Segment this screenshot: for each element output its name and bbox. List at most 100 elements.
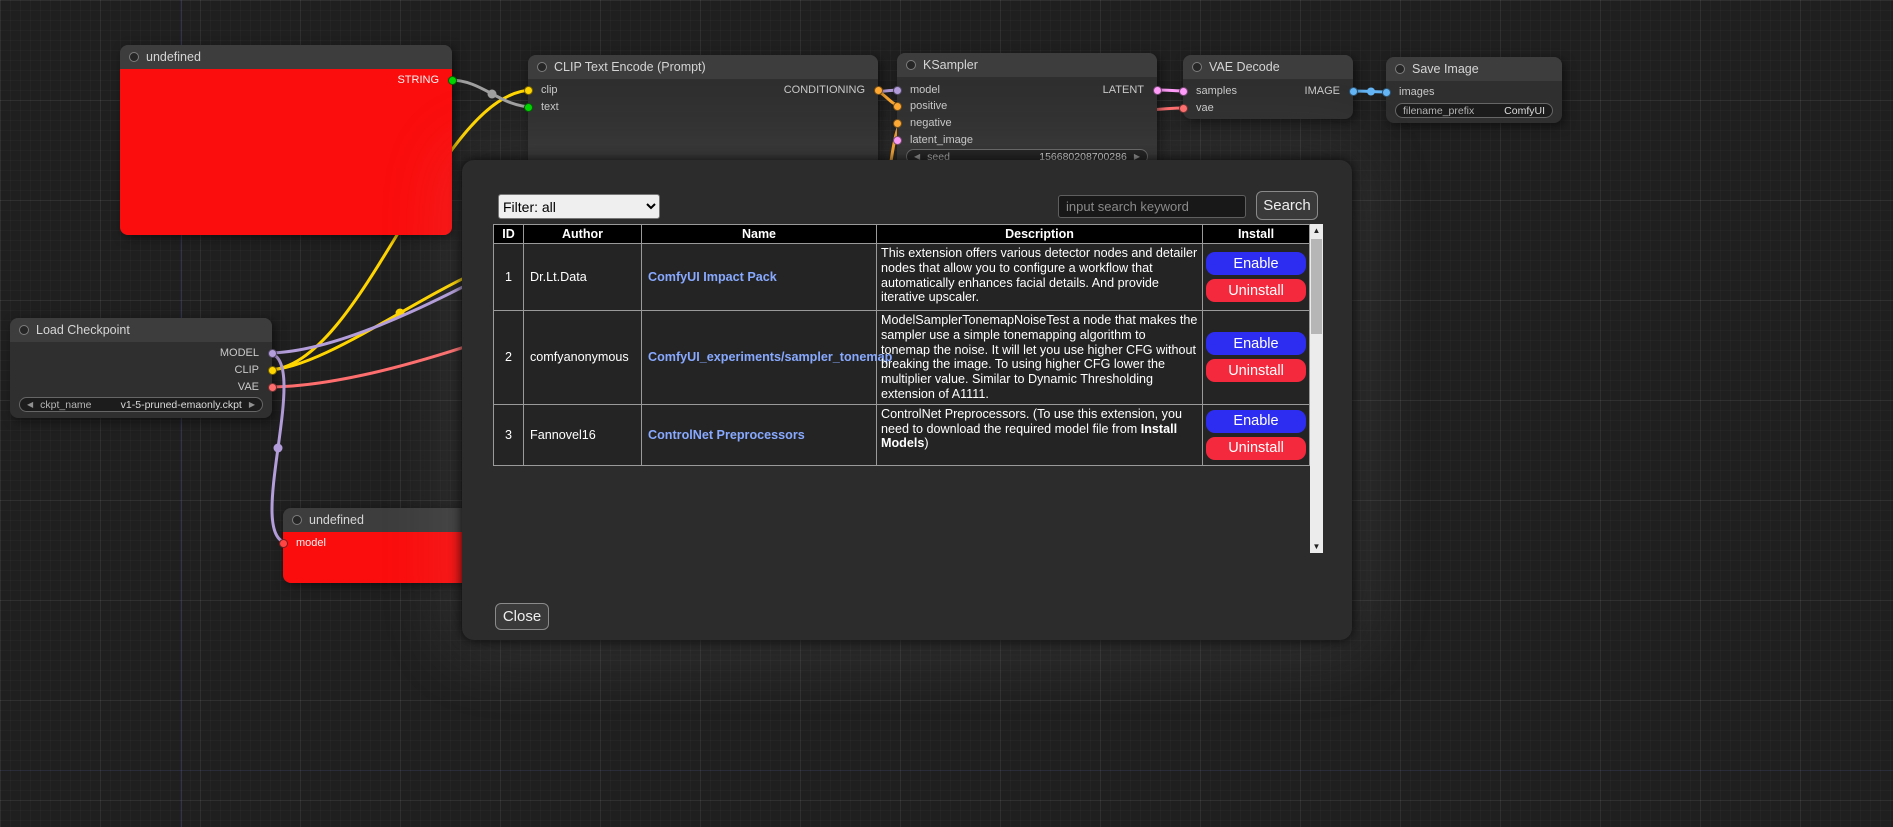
collapse-dot-icon[interactable] xyxy=(292,515,302,525)
collapse-dot-icon[interactable] xyxy=(537,62,547,72)
input-slot-latent-image: latent_image xyxy=(897,133,973,147)
extension-author: Fannovel16 xyxy=(524,404,642,465)
filter-select[interactable]: Filter: all xyxy=(498,194,660,219)
input-dot-positive[interactable] xyxy=(893,102,902,111)
search-input[interactable] xyxy=(1058,195,1246,218)
output-slot-image: IMAGE xyxy=(1305,84,1353,98)
input-dot-samples[interactable] xyxy=(1179,87,1188,96)
extension-row: 1Dr.Lt.DataComfyUI Impact PackThis exten… xyxy=(494,244,1310,311)
scrollbar-thumb[interactable] xyxy=(1311,239,1322,334)
node-body: images filename_prefix ComfyUI xyxy=(1386,81,1562,123)
output-dot-conditioning[interactable] xyxy=(874,86,883,95)
input-dot-negative[interactable] xyxy=(893,119,902,128)
widget-value: v1-5-pruned-emaonly.ckpt xyxy=(99,399,242,411)
filename-prefix-widget[interactable]: filename_prefix ComfyUI xyxy=(1395,103,1553,118)
extension-link[interactable]: ControlNet Preprocessors xyxy=(648,428,805,442)
output-dot-image[interactable] xyxy=(1349,87,1358,96)
input-slot-vae: vae xyxy=(1183,101,1214,115)
extension-author: comfyanonymous xyxy=(524,311,642,405)
extension-name-cell: ComfyUI Impact Pack xyxy=(642,244,877,311)
extension-link[interactable]: ComfyUI Impact Pack xyxy=(648,270,777,284)
node-title-bar[interactable]: undefined xyxy=(120,45,452,69)
input-dot-clip[interactable] xyxy=(524,86,533,95)
uninstall-button[interactable]: Uninstall xyxy=(1206,279,1306,302)
node-load-checkpoint[interactable]: Load Checkpoint MODEL CLIP VAE ◀ ckpt_na… xyxy=(10,318,272,418)
decrement-arrow-icon[interactable]: ◀ xyxy=(27,397,33,412)
node-undefined-bottom[interactable]: undefined model xyxy=(283,508,469,583)
extension-name-cell: ControlNet Preprocessors xyxy=(642,404,877,465)
node-title-bar[interactable]: KSampler xyxy=(897,53,1157,77)
column-header: Name xyxy=(642,225,877,244)
link-midpoint-dot-model xyxy=(274,444,283,453)
widget-label: filename_prefix xyxy=(1403,105,1474,117)
input-slot-clip: clip xyxy=(528,83,558,97)
output-slot-clip: CLIP xyxy=(235,363,272,377)
table-header-row: IDAuthorNameDescriptionInstall xyxy=(494,225,1310,244)
uninstall-button[interactable]: Uninstall xyxy=(1206,437,1306,460)
input-slot-samples: samples xyxy=(1183,84,1237,98)
extension-name-cell: ComfyUI_experiments/sampler_tonemap xyxy=(642,311,877,405)
node-title-bar[interactable]: VAE Decode xyxy=(1183,55,1353,79)
table-scrollbar[interactable]: ▲ ▼ xyxy=(1310,224,1323,553)
scroll-up-arrow-icon[interactable]: ▲ xyxy=(1310,224,1323,237)
extension-link[interactable]: ComfyUI_experiments/sampler_tonemap xyxy=(648,350,892,364)
input-dot-latent-image[interactable] xyxy=(893,136,902,145)
node-clip-text-encode[interactable]: CLIP Text Encode (Prompt) clip text COND… xyxy=(528,55,878,167)
input-slot-images: images xyxy=(1386,85,1434,99)
input-dot-images[interactable] xyxy=(1382,88,1391,97)
node-title-bar[interactable]: Save Image xyxy=(1386,57,1562,81)
node-title-bar[interactable]: CLIP Text Encode (Prompt) xyxy=(528,55,878,79)
node-title: undefined xyxy=(309,513,364,527)
output-dot-vae[interactable] xyxy=(268,383,277,392)
extension-install-cell: Enable Uninstall xyxy=(1203,311,1310,405)
output-dot-latent[interactable] xyxy=(1153,86,1162,95)
input-dot-model[interactable] xyxy=(893,86,902,95)
output-dot-clip[interactable] xyxy=(268,366,277,375)
input-slot-negative: negative xyxy=(897,116,952,130)
extension-install-cell: Enable Uninstall xyxy=(1203,404,1310,465)
search-button[interactable]: Search xyxy=(1256,191,1318,220)
output-dot-model[interactable] xyxy=(268,349,277,358)
link-midpoint-dot-image xyxy=(1367,88,1375,96)
extension-install-cell: Enable Uninstall xyxy=(1203,244,1310,311)
node-body: clip text CONDITIONING xyxy=(528,79,878,167)
enable-button[interactable]: Enable xyxy=(1206,332,1306,355)
close-button[interactable]: Close xyxy=(495,603,549,630)
ckpt-name-widget[interactable]: ◀ ckpt_name v1-5-pruned-emaonly.ckpt ▶ xyxy=(19,397,263,412)
node-title: undefined xyxy=(146,50,201,64)
increment-arrow-icon[interactable]: ▶ xyxy=(249,397,255,412)
collapse-dot-icon[interactable] xyxy=(1192,62,1202,72)
input-dot-text[interactable] xyxy=(524,103,533,112)
input-slot-text: text xyxy=(528,100,559,114)
node-title-bar[interactable]: Load Checkpoint xyxy=(10,318,272,342)
node-title: Load Checkpoint xyxy=(36,323,130,337)
extensions-table: IDAuthorNameDescriptionInstall 1Dr.Lt.Da… xyxy=(493,224,1310,466)
input-slot-positive: positive xyxy=(897,99,947,113)
extension-author: Dr.Lt.Data xyxy=(524,244,642,311)
uninstall-button[interactable]: Uninstall xyxy=(1206,359,1306,382)
node-undefined-top[interactable]: undefined STRING xyxy=(120,45,452,235)
node-vae-decode[interactable]: VAE Decode samples vae IMAGE xyxy=(1183,55,1353,119)
output-slot-string: STRING xyxy=(397,73,452,87)
collapse-dot-icon[interactable] xyxy=(906,60,916,70)
node-save-image[interactable]: Save Image images filename_prefix ComfyU… xyxy=(1386,57,1562,123)
input-dot-model[interactable] xyxy=(279,539,288,548)
column-header: ID xyxy=(494,225,524,244)
node-body: model xyxy=(283,532,469,583)
collapse-dot-icon[interactable] xyxy=(129,52,139,62)
output-slot-conditioning: CONDITIONING xyxy=(784,83,878,97)
scroll-down-arrow-icon[interactable]: ▼ xyxy=(1310,540,1323,553)
node-ksampler[interactable]: KSampler model positive negative latent_… xyxy=(897,53,1157,168)
node-title: Save Image xyxy=(1412,62,1479,76)
widget-label: ckpt_name xyxy=(40,399,91,411)
table-body: 1Dr.Lt.DataComfyUI Impact PackThis exten… xyxy=(494,244,1310,466)
output-slot-vae: VAE xyxy=(238,380,272,394)
enable-button[interactable]: Enable xyxy=(1206,410,1306,433)
node-title-bar[interactable]: undefined xyxy=(283,508,469,532)
input-dot-vae[interactable] xyxy=(1179,104,1188,113)
collapse-dot-icon[interactable] xyxy=(1395,64,1405,74)
collapse-dot-icon[interactable] xyxy=(19,325,29,335)
output-dot-string[interactable] xyxy=(448,76,457,85)
node-body: STRING xyxy=(120,69,452,235)
enable-button[interactable]: Enable xyxy=(1206,252,1306,275)
